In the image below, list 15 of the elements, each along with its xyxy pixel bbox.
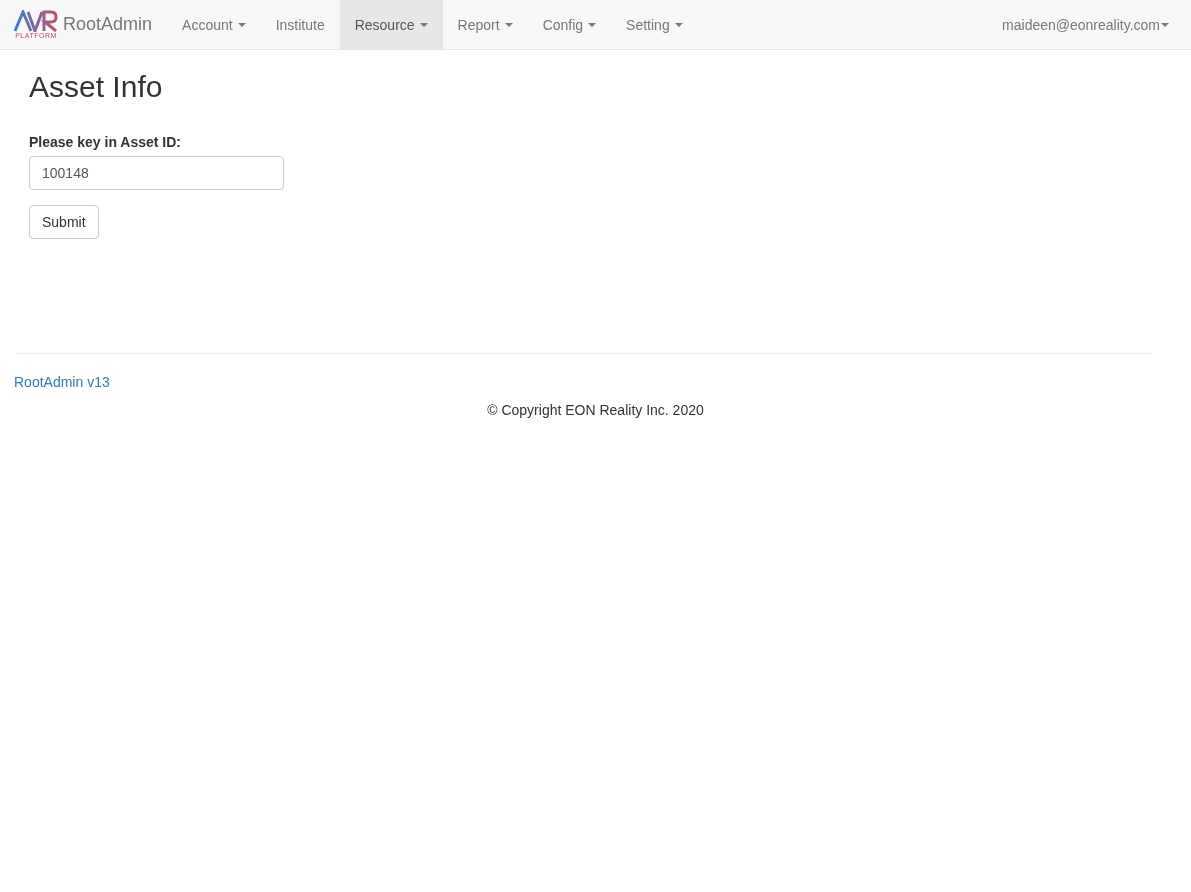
nav-item[interactable]: Account: [167, 0, 261, 49]
nav-item[interactable]: Institute: [260, 0, 340, 49]
nav-item[interactable]: Report: [442, 0, 528, 49]
brand-name[interactable]: RootAdmin: [63, 14, 153, 35]
page-title: Asset Info: [29, 70, 164, 104]
nav-item[interactable]: Setting: [611, 0, 698, 49]
nav-item[interactable]: Resource: [339, 0, 443, 49]
nav-item[interactable]: Config: [527, 0, 612, 49]
logo-icon: [14, 10, 58, 32]
version-link[interactable]: RootAdmin v13: [14, 374, 110, 390]
user-menu[interactable]: maideen@eonreality.com: [1002, 0, 1177, 49]
copyright-text: © Copyright EON Reality Inc. 2020: [486, 402, 705, 418]
asset-id-field[interactable]: 100148: [29, 156, 284, 190]
submit-button[interactable]: Submit: [29, 205, 99, 239]
field-label: Please key in Asset ID:: [29, 134, 182, 150]
